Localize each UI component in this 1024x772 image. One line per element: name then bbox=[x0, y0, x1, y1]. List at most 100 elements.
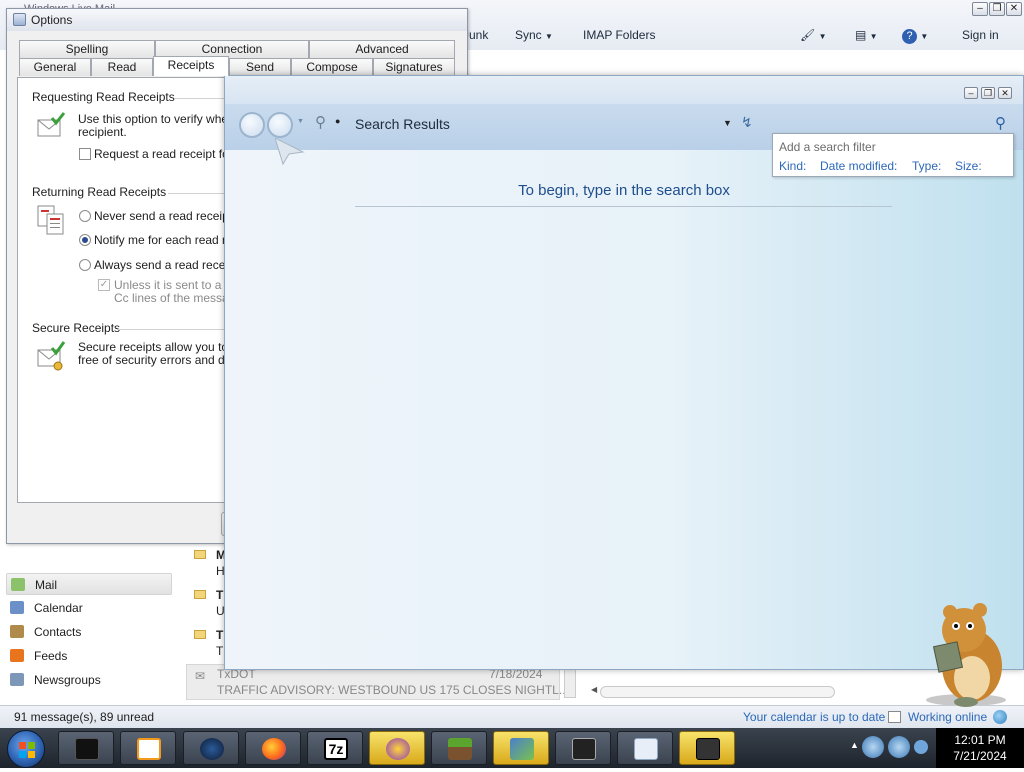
horizontal-scrollbar[interactable] bbox=[600, 686, 835, 698]
nav-label: Contacts bbox=[34, 625, 82, 639]
brush-icon[interactable]: 🖌 ▼ bbox=[800, 28, 827, 42]
address-dropdown-icon[interactable]: ▼ bbox=[723, 118, 732, 128]
tab-receipts[interactable]: Receipts bbox=[153, 56, 229, 76]
sync-label: Sync bbox=[515, 28, 542, 42]
maximize-icon[interactable]: ❐ bbox=[989, 2, 1005, 16]
nav-feeds[interactable]: Feeds bbox=[6, 645, 172, 667]
tab-signatures[interactable]: Signatures bbox=[373, 58, 455, 76]
media-icon bbox=[137, 738, 161, 760]
never-send-radio[interactable] bbox=[79, 210, 91, 222]
envelope-icon bbox=[194, 590, 206, 599]
nav-contacts[interactable]: Contacts bbox=[6, 621, 172, 643]
7zip-icon: 7z bbox=[324, 738, 348, 760]
filter-date-modified[interactable]: Date modified: bbox=[820, 159, 897, 173]
filter-size[interactable]: Size: bbox=[955, 159, 982, 173]
options-icon bbox=[13, 13, 26, 26]
nav-calendar[interactable]: Calendar bbox=[6, 597, 172, 619]
minimize-icon[interactable]: – bbox=[972, 2, 988, 16]
nav-label: Mail bbox=[35, 578, 58, 592]
taskbar-app-9[interactable] bbox=[555, 731, 611, 765]
hamster-mascot-icon bbox=[914, 600, 1014, 708]
message-count: 91 message(s), 89 unread bbox=[14, 710, 155, 724]
message-sender: T bbox=[216, 588, 224, 602]
taskbar-app-7[interactable] bbox=[431, 731, 487, 765]
sign-in-button[interactable]: Sign in bbox=[962, 28, 999, 42]
taskbar-app-4[interactable] bbox=[245, 731, 301, 765]
scrollbar[interactable] bbox=[564, 668, 576, 698]
taskbar-app-2[interactable] bbox=[120, 731, 176, 765]
message-subject: T bbox=[216, 644, 224, 658]
taskbar-app-1[interactable] bbox=[58, 731, 114, 765]
tab-general[interactable]: General bbox=[19, 58, 91, 76]
nav-label: Feeds bbox=[34, 649, 68, 663]
tab-spelling[interactable]: Spelling bbox=[19, 40, 155, 58]
minimize-icon[interactable]: – bbox=[964, 87, 978, 99]
monitor-icon bbox=[572, 738, 596, 760]
scroll-left-icon[interactable]: ◀ bbox=[591, 685, 597, 694]
calendar-status[interactable]: Your calendar is up to date bbox=[743, 706, 885, 728]
options-titlebar: Options bbox=[7, 9, 467, 31]
help-icon[interactable]: ? ▼ bbox=[902, 28, 928, 44]
close-icon[interactable]: ✕ bbox=[1006, 2, 1022, 16]
network-icon[interactable] bbox=[862, 736, 884, 758]
refresh-icon[interactable]: ↯ bbox=[741, 114, 753, 131]
breadcrumb-separator-icon[interactable]: ● bbox=[335, 116, 340, 126]
nav-mail[interactable]: Mail bbox=[6, 573, 172, 595]
message-sender: T bbox=[216, 628, 224, 642]
taskbar-app-3[interactable] bbox=[183, 731, 239, 765]
recent-pages-icon[interactable]: ▼ bbox=[297, 118, 304, 125]
tab-advanced[interactable]: Advanced bbox=[309, 40, 455, 58]
notify-each-label: Notify me for each read rece bbox=[94, 233, 246, 247]
receipt-documents-icon bbox=[36, 204, 66, 235]
tab-compose[interactable]: Compose bbox=[291, 58, 373, 76]
mail-icon bbox=[510, 738, 534, 760]
forward-button[interactable] bbox=[267, 112, 293, 138]
taskbar-app-6[interactable] bbox=[369, 731, 425, 765]
online-status[interactable]: Working online bbox=[908, 706, 987, 728]
taskbar-app-8[interactable] bbox=[493, 731, 549, 765]
maximize-icon[interactable]: ❐ bbox=[981, 87, 995, 99]
request-receipt-label: Request a read receipt for a bbox=[94, 147, 243, 161]
search-filter-dropdown: Add a search filter Kind: Date modified:… bbox=[772, 133, 1014, 177]
divider bbox=[355, 206, 892, 207]
vpn-icon bbox=[386, 738, 410, 760]
clock-time: 12:01 PM bbox=[954, 733, 1006, 747]
unless-checkbox[interactable]: ✓ bbox=[98, 279, 110, 291]
notify-each-radio[interactable] bbox=[79, 234, 91, 246]
envelope-icon bbox=[194, 550, 206, 559]
start-button[interactable] bbox=[7, 730, 45, 768]
requesting-desc-2: recipient. bbox=[78, 125, 127, 139]
breadcrumb[interactable]: Search Results bbox=[355, 116, 450, 132]
filter-type[interactable]: Type: bbox=[912, 159, 941, 173]
always-send-label: Always send a read receipt bbox=[94, 258, 239, 272]
mail-icon bbox=[11, 578, 25, 591]
sync-button[interactable]: Sync ▼ bbox=[515, 28, 553, 42]
cursor-arrow-icon bbox=[274, 137, 305, 169]
back-button[interactable] bbox=[239, 112, 265, 138]
nav-newsgroups[interactable]: Newsgroups bbox=[6, 669, 172, 691]
close-icon[interactable]: ✕ bbox=[998, 87, 1012, 99]
request-receipt-checkbox[interactable] bbox=[79, 148, 91, 160]
calendar-icon bbox=[888, 711, 901, 723]
always-send-radio[interactable] bbox=[79, 259, 91, 271]
requesting-header: Requesting Read Receipts bbox=[32, 90, 175, 104]
system-tray: ▲ bbox=[842, 728, 936, 768]
message-subject: TRAFFIC ADVISORY: WESTBOUND US 175 CLOSE… bbox=[217, 683, 569, 697]
filter-kind[interactable]: Kind: bbox=[779, 159, 806, 173]
tab-read[interactable]: Read bbox=[91, 58, 153, 76]
clock-date: 7/21/2024 bbox=[953, 749, 1007, 763]
tab-send[interactable]: Send bbox=[229, 58, 291, 76]
never-send-label: Never send a read receipt bbox=[94, 209, 233, 223]
taskbar-app-11[interactable] bbox=[679, 731, 735, 765]
show-hidden-icons-icon[interactable]: ▲ bbox=[850, 740, 859, 750]
layout-icon[interactable]: ▤ ▼ bbox=[855, 28, 878, 42]
taskbar-app-10[interactable] bbox=[617, 731, 673, 765]
display-icon[interactable] bbox=[888, 736, 910, 758]
window-icon bbox=[634, 738, 658, 760]
imap-folders-button[interactable]: IMAP Folders bbox=[583, 28, 655, 42]
unless-label-2: Cc lines of the message bbox=[114, 291, 243, 305]
search-icon[interactable]: ⚲ bbox=[995, 114, 1006, 132]
clock[interactable]: 12:01 PM 7/21/2024 bbox=[936, 728, 1024, 768]
taskbar-app-5[interactable]: 7z bbox=[307, 731, 363, 765]
volume-icon[interactable] bbox=[914, 740, 928, 754]
